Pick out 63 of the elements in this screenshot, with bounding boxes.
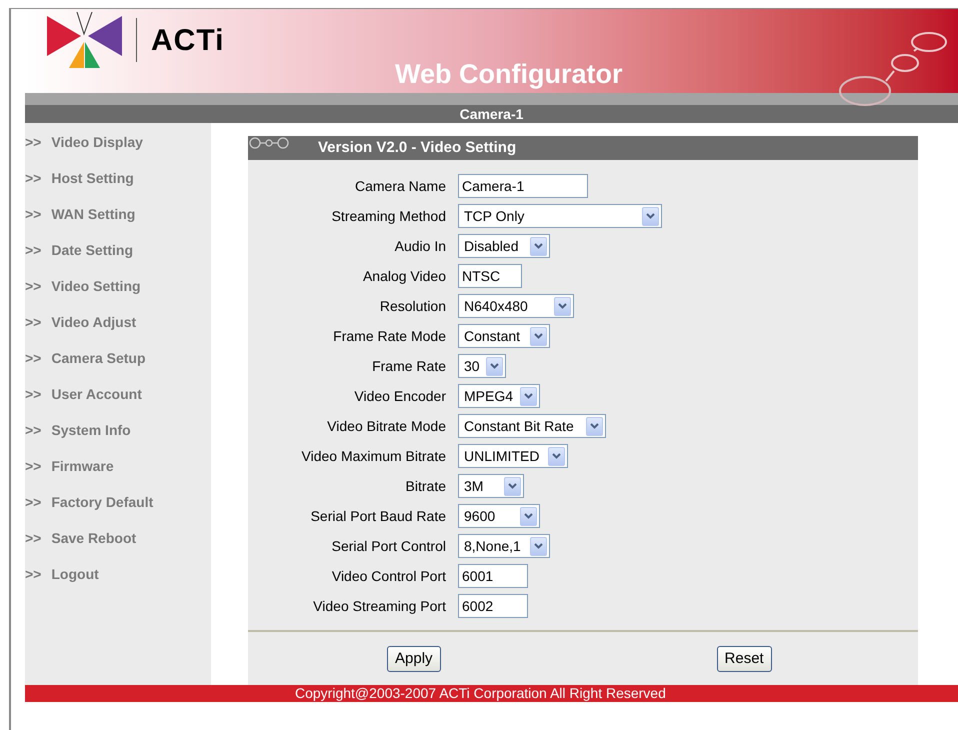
field-label: Frame Rate Mode xyxy=(332,326,446,346)
field-label: Frame Rate xyxy=(371,356,446,376)
sidebar-link[interactable]: >> Date Setting xyxy=(25,240,211,276)
field-label: Video Streaming Port xyxy=(312,596,446,616)
sidebar-link[interactable]: >> WAN Setting xyxy=(25,204,211,240)
copyright-text: Copyright@2003-2007 ACTi Corporation All Right Reserved xyxy=(295,684,666,703)
banner-title: Web Configurator xyxy=(395,58,622,91)
chevron-down-icon xyxy=(554,296,571,316)
chevron-down-icon xyxy=(520,386,537,406)
chevron-down-icon xyxy=(520,506,537,526)
form-button[interactable]: Reset xyxy=(716,646,772,672)
sidebar-link[interactable]: >> System Info xyxy=(25,420,211,456)
input-field[interactable]: 6002 xyxy=(458,594,528,618)
dropdown[interactable]: TCP Only xyxy=(458,204,662,228)
dropdown[interactable]: MPEG4 xyxy=(458,384,540,408)
field-label: Video Control Port xyxy=(330,566,446,586)
dropdown[interactable]: Constant Bit Rate xyxy=(458,414,606,438)
field-label: Video Encoder xyxy=(353,386,446,406)
input-field[interactable]: NTSC xyxy=(458,264,522,288)
field-label: Video Bitrate Mode xyxy=(326,416,446,436)
sidebar-link[interactable]: >> Host Setting xyxy=(25,168,211,204)
sidebar-link[interactable]: >> Firmware xyxy=(25,456,211,492)
chevron-down-icon xyxy=(486,356,503,376)
field-label: Serial Port Control xyxy=(330,536,446,556)
dropdown[interactable]: Disabled xyxy=(458,234,550,258)
field-label: Serial Port Baud Rate xyxy=(310,506,446,526)
sidebar-link[interactable]: >> Video Setting xyxy=(25,276,211,312)
chevron-down-icon xyxy=(642,206,659,226)
dropdown[interactable]: 8,None,1 xyxy=(458,534,550,558)
chevron-down-icon xyxy=(530,536,547,556)
logo-text: ACTi xyxy=(151,22,224,58)
camera-title: Camera-1 xyxy=(460,104,524,124)
dropdown[interactable]: 30 xyxy=(458,354,506,378)
sidebar-link[interactable]: >> Factory Default xyxy=(25,492,211,528)
sidebar-link[interactable]: >> Logout xyxy=(25,564,211,600)
chevron-down-icon xyxy=(530,236,547,256)
sidebar-link[interactable]: >> Video Adjust xyxy=(25,312,211,348)
dropdown[interactable]: 3M xyxy=(458,474,524,498)
form-button[interactable]: Apply xyxy=(387,646,441,672)
sidebar-link[interactable]: >> Camera Setup xyxy=(25,348,211,384)
dropdown[interactable]: N640x480 xyxy=(458,294,574,318)
sidebar-link[interactable]: >> Video Display xyxy=(25,132,211,168)
dropdown[interactable]: Constant xyxy=(458,324,550,348)
dropdown[interactable]: UNLIMITED xyxy=(458,444,568,468)
logo-icon xyxy=(47,12,122,68)
input-field[interactable]: 6001 xyxy=(458,564,528,588)
chevron-down-icon xyxy=(530,326,547,346)
field-label: Audio In xyxy=(394,236,446,256)
field-label: Streaming Method xyxy=(330,206,446,226)
input-field[interactable]: Camera-1 xyxy=(458,174,588,198)
rings-icon xyxy=(249,137,289,149)
dropdown[interactable]: 9600 xyxy=(458,504,540,528)
chevron-down-icon xyxy=(504,476,521,496)
field-label: Analog Video xyxy=(362,266,446,286)
chevron-down-icon xyxy=(586,416,603,436)
panel-title: Version V2.0 - Video Setting xyxy=(318,138,516,158)
field-label: Video Maximum Bitrate xyxy=(300,446,446,466)
field-label: Camera Name xyxy=(354,176,446,196)
chevron-down-icon xyxy=(548,446,565,466)
sidebar-link[interactable]: >> Save Reboot xyxy=(25,528,211,564)
field-label: Resolution xyxy=(378,296,446,316)
field-label: Bitrate xyxy=(404,476,446,496)
sidebar-link[interactable]: >> User Account xyxy=(25,384,211,420)
